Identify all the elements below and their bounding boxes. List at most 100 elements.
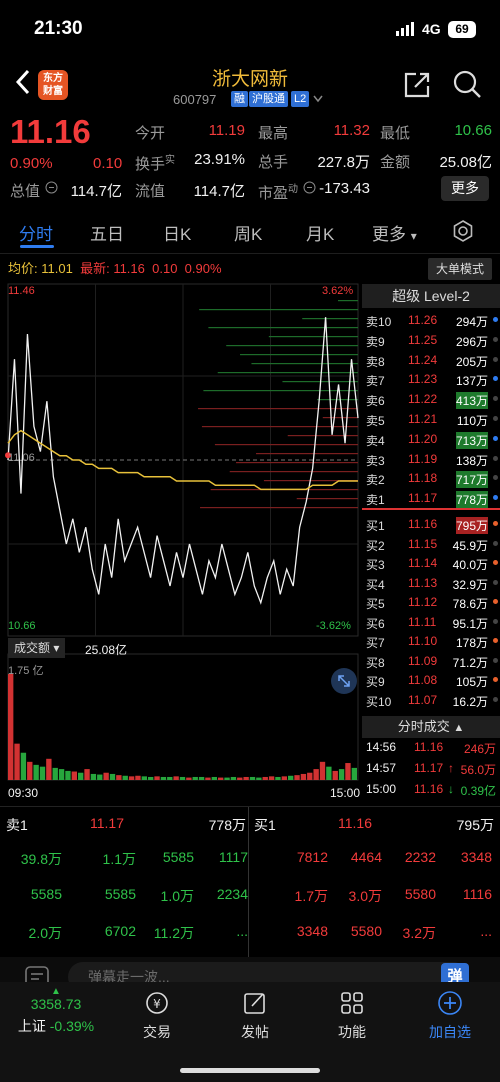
bid-volume: 178万	[455, 636, 488, 650]
queue-buy1-vol: 795万	[456, 817, 494, 833]
index-widget[interactable]: ▲ 3358.73 上证 -0.39%	[8, 987, 104, 1036]
bid-row: 买8 11.09 71.2万	[366, 651, 498, 671]
tab-intraday[interactable]: 分时	[19, 220, 53, 245]
queue-buy-order: 1.7万	[294, 888, 328, 904]
depth-bar	[201, 426, 358, 428]
bid-price: 11.11	[408, 614, 437, 629]
ask-label: 卖3	[366, 453, 385, 468]
volume-bar	[116, 775, 122, 780]
queue-sell-order: 5585	[162, 849, 194, 865]
ask-row: 卖8 11.24 205万	[366, 350, 498, 370]
bid-label: 买5	[366, 597, 385, 611]
order-dot-icon	[493, 396, 498, 402]
queue-sell1-label: 卖1	[6, 817, 28, 833]
nav-functions[interactable]: 功能	[312, 990, 392, 1042]
depth-bar	[199, 309, 358, 311]
ask-row: 卖3 11.19 138万	[366, 449, 498, 469]
queue-buy1-label: 买1	[254, 817, 276, 833]
connect-tag: 沪股通	[249, 91, 288, 107]
intraday-chart[interactable]	[0, 280, 362, 808]
order-dot-icon	[493, 618, 498, 624]
chevron-down-icon[interactable]	[313, 95, 323, 103]
order-queue: 卖1 11.17 778万 买1 11.16 795万 39.8万 1.1万 558…	[0, 806, 500, 957]
volume-bar	[237, 777, 243, 780]
post-icon	[244, 993, 265, 1014]
info-icon[interactable]	[45, 181, 58, 194]
order-dot-icon	[493, 696, 498, 702]
bid-label: 买2	[366, 538, 385, 553]
queue-buy-order: 4464	[350, 849, 382, 865]
nav-add-watchlist[interactable]: 加自选	[410, 990, 490, 1042]
settings-icon[interactable]	[452, 220, 474, 242]
change-amount: 0.10	[93, 155, 123, 172]
volume-bar	[84, 769, 90, 780]
bid-row: 买4 11.13 32.9万	[366, 573, 498, 593]
mid-price-label: 11.06	[8, 452, 35, 464]
volume-bar	[198, 776, 205, 780]
ask-price: 11.23	[408, 372, 438, 387]
bid-volume: 71.2万	[452, 655, 488, 670]
queue-sell-order: 2.0万	[28, 925, 62, 941]
ask-label: 卖7	[366, 374, 385, 389]
amount-value: 25.08亿	[439, 154, 492, 171]
bid-row: 买7 11.10 178万	[366, 631, 498, 651]
big-order-mode-button[interactable]: 大单模式	[428, 258, 492, 280]
bid-label: 买3	[366, 558, 385, 572]
ask-volume: 205万	[455, 354, 488, 369]
tab-daily-k[interactable]: 日K	[163, 220, 191, 245]
volume-bar	[46, 758, 52, 780]
volume-metric-select[interactable]: 成交额 ▾	[8, 638, 66, 658]
ticks-title[interactable]: 分时成交 ▲	[362, 716, 500, 738]
more-button[interactable]: 更多	[441, 176, 489, 201]
queue-buy-order: ...	[480, 923, 492, 939]
l2-tag: L2	[291, 91, 310, 107]
pct-high-label: 3.62%	[322, 285, 354, 297]
volume-frame	[7, 653, 359, 781]
level2-title[interactable]: 超级 Level-2	[362, 284, 500, 308]
ask-volume: 778万	[455, 491, 488, 509]
tab-five-day[interactable]: 五日	[90, 220, 124, 245]
volume-bar	[256, 777, 262, 780]
bid-label: 买4	[366, 577, 385, 592]
bid-price: 11.10	[408, 634, 438, 648]
index-value: 3358.73	[30, 996, 82, 1012]
volume-bar	[20, 752, 27, 780]
depth-bar	[229, 471, 358, 473]
ask-label: 卖1	[366, 493, 385, 508]
queue-buy1-price: 11.16	[338, 815, 372, 831]
nav-post[interactable]: 发帖	[215, 990, 295, 1042]
volume-bar	[211, 776, 217, 780]
tick-price: 11.16	[414, 782, 444, 796]
volume-bar	[300, 773, 307, 780]
book-divider	[362, 508, 500, 510]
ask-price: 11.20	[408, 431, 438, 446]
volume-bar	[332, 770, 338, 780]
volume-bar	[148, 776, 154, 780]
pe-value: -173.43	[319, 180, 370, 197]
bid-volume: 45.9万	[452, 538, 488, 553]
volume-bar	[338, 769, 345, 780]
tab-weekly-k[interactable]: 周K	[234, 220, 262, 245]
order-dot-icon	[493, 495, 498, 501]
share-icon[interactable]	[402, 70, 432, 100]
expand-icon[interactable]	[331, 668, 357, 694]
bid-price: 11.14	[408, 556, 438, 570]
volume-bar	[179, 776, 186, 780]
depth-bar	[268, 336, 358, 338]
volume-bar	[326, 766, 332, 780]
bid-price: 11.09	[408, 653, 438, 668]
bid-row: 买9 11.08 105万	[366, 670, 498, 690]
ask-price: 11.19	[408, 451, 438, 466]
volume-bar	[109, 773, 116, 780]
queue-sell-order: 1.1万	[102, 851, 136, 867]
tab-monthly-k[interactable]: 月K	[306, 220, 334, 245]
search-icon[interactable]	[452, 69, 482, 99]
trade-icon: ¥	[146, 992, 168, 1014]
volume-bar	[141, 776, 147, 780]
change-percent: 0.90%	[10, 155, 53, 172]
tab-more[interactable]: 更多 ▾	[372, 220, 417, 245]
queue-divider	[248, 807, 249, 957]
nav-trade[interactable]: ¥ 交易	[117, 990, 197, 1042]
depth-bar	[256, 453, 358, 455]
grid-icon	[341, 992, 363, 1014]
